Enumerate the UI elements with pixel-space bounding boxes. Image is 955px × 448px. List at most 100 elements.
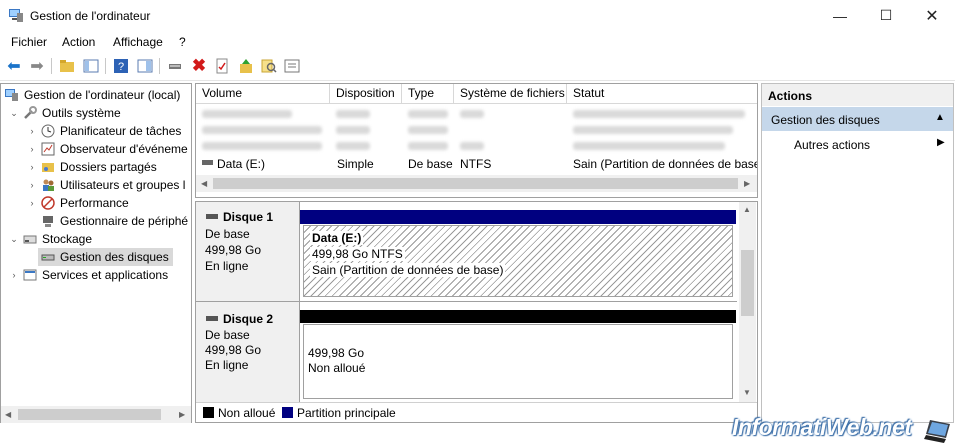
tree-label: Stockage [42,232,93,246]
tree-item-device-manager[interactable]: Gestionnaire de périphé [4,212,190,230]
table-row[interactable]: Data (E:) Simple De base NTFS Sain (Part… [196,155,757,173]
tree-label: Observateur d'événeme [60,142,188,156]
action-more-actions[interactable]: Autres actions ▶ [762,133,953,155]
chevron-right-icon[interactable]: › [26,126,38,136]
scrollbar-thumb[interactable] [741,250,754,316]
tree-item-users-groups[interactable]: › Utilisateurs et groupes l [4,176,190,194]
scroll-left-icon[interactable]: ◀ [5,410,13,419]
delete-icon[interactable]: ✖ [190,56,208,75]
chevron-down-icon[interactable]: ⌄ [8,108,20,119]
menu-action[interactable]: Action [62,35,95,49]
tree-item-task-scheduler[interactable]: › Planificateur de tâches [4,122,190,140]
column-type[interactable]: Type [402,84,454,104]
disk-size: 499,98 Go [205,343,262,357]
scroll-down-icon[interactable]: ▼ [743,388,751,397]
disk-icon [40,250,56,264]
tree-item-disk-management[interactable]: Gestion des disques [4,248,190,266]
chevron-right-icon[interactable]: › [26,162,38,172]
partition-unallocated[interactable]: 499,98 Go Non alloué [303,324,733,399]
scrollbar-thumb[interactable] [18,409,161,420]
partition-size: 499,98 Go [308,346,365,360]
menu-fichier[interactable]: Fichier [11,35,47,49]
table-row[interactable] [196,106,756,122]
clock-icon [40,124,56,138]
tools-icon [22,106,38,120]
scroll-right-icon[interactable]: ▶ [744,179,750,188]
navigation-tree-panel: Gestion de l'ordinateur (local) ⌄ Outils… [0,83,192,423]
tree-label: Planificateur de tâches [60,124,182,138]
disk-type: De base [205,328,250,342]
tree-item-event-viewer[interactable]: › Observateur d'événeme [4,140,190,158]
list-view-icon[interactable] [283,57,301,75]
shared-folder-icon [40,160,56,174]
minimize-button[interactable]: — [817,0,863,31]
chevron-right-icon[interactable]: › [8,270,20,280]
event-viewer-icon [40,142,56,156]
chevron-right-icon[interactable]: › [26,198,38,208]
scroll-up-icon[interactable]: ▲ [743,205,751,214]
actions-header: Actions [762,84,953,106]
disk-1-label[interactable]: Disque 1 De base 499,98 Go En ligne [196,202,300,301]
connect-drive-icon[interactable] [166,57,184,75]
chevron-down-icon[interactable]: ⌄ [8,234,20,245]
column-layout[interactable]: Disposition [330,84,402,104]
performance-icon [40,196,56,210]
primary-partition-bar [300,210,736,224]
tree-item-services-apps[interactable]: › Services et applications [4,266,190,284]
tree-item-root[interactable]: Gestion de l'ordinateur (local) [4,86,190,104]
tree-item-performance[interactable]: › Performance [4,194,190,212]
forward-arrow-icon[interactable]: ➡ [28,57,46,75]
volume-icon [202,160,213,165]
disk-type: De base [205,227,250,241]
collapse-up-icon[interactable]: ▲ [935,112,945,123]
menu-affichage[interactable]: Affichage [113,35,163,49]
tree-item-shared-folders[interactable]: › Dossiers partagés [4,158,190,176]
actions-section-disk-management[interactable]: Gestion des disques ▲ [762,107,953,131]
help-icon[interactable]: ? [112,57,130,75]
import-icon[interactable] [237,57,255,75]
scrollbar-thumb[interactable] [213,178,738,189]
actions-section-label: Gestion des disques [771,113,880,127]
tree-label: Gestion des disques [60,250,169,264]
disk-state: En ligne [205,358,249,372]
actions-panel: Actions Gestion des disques ▲ Autres act… [761,83,954,423]
up-folder-icon[interactable] [58,57,76,75]
laptop-logo-icon [924,418,952,444]
partition-data-e[interactable]: Data (E:) 499,98 Go NTFS Sain (Partition… [303,225,733,297]
chevron-right-icon[interactable]: › [26,144,38,154]
tree-item-storage[interactable]: ⌄ Stockage [4,230,190,248]
table-row[interactable] [196,122,756,138]
checklist-icon[interactable] [213,57,231,75]
show-hide-tree-icon[interactable] [82,57,100,75]
chevron-right-icon[interactable]: › [26,180,38,190]
tree-horizontal-scrollbar[interactable]: ◀ ▶ [1,406,191,423]
disk-state: En ligne [205,259,249,273]
disk-2-label[interactable]: Disque 2 De base 499,98 Go En ligne [196,302,300,402]
app-icon [8,7,24,23]
column-status[interactable]: Statut [567,84,757,104]
partition-status: Non alloué [308,361,366,375]
legend-swatch-primary [282,407,293,418]
search-icon[interactable] [260,57,278,75]
toolbar-separator [159,58,160,74]
watermark-text: InformatiWeb.net [732,414,912,440]
column-volume[interactable]: Volume [196,84,330,104]
tree-label: Gestion de l'ordinateur (local) [24,88,181,102]
table-row[interactable] [196,138,756,154]
tree-item-system-tools[interactable]: ⌄ Outils système [4,104,190,122]
tree-label: Services et applications [42,268,169,282]
back-arrow-icon[interactable]: ⬅ [5,57,23,75]
close-button[interactable]: ✕ [909,0,955,31]
properties-panel-icon[interactable] [136,57,154,75]
column-filesystem[interactable]: Système de fichiers [454,84,567,104]
scroll-right-icon[interactable]: ▶ [179,410,187,419]
maximize-button[interactable]: ☐ [863,0,909,31]
menu-help[interactable]: ? [179,35,186,49]
tree-label: Performance [60,196,129,210]
disk-graphical-view: Disque 1 De base 499,98 Go En ligne Data… [195,201,758,423]
computer-management-icon [4,88,20,102]
disk-view-vertical-scrollbar[interactable]: ▲ ▼ [739,202,756,402]
svg-text:?: ? [118,61,124,73]
table-horizontal-scrollbar[interactable]: ◀ ▶ [196,175,757,192]
scroll-left-icon[interactable]: ◀ [201,179,207,188]
